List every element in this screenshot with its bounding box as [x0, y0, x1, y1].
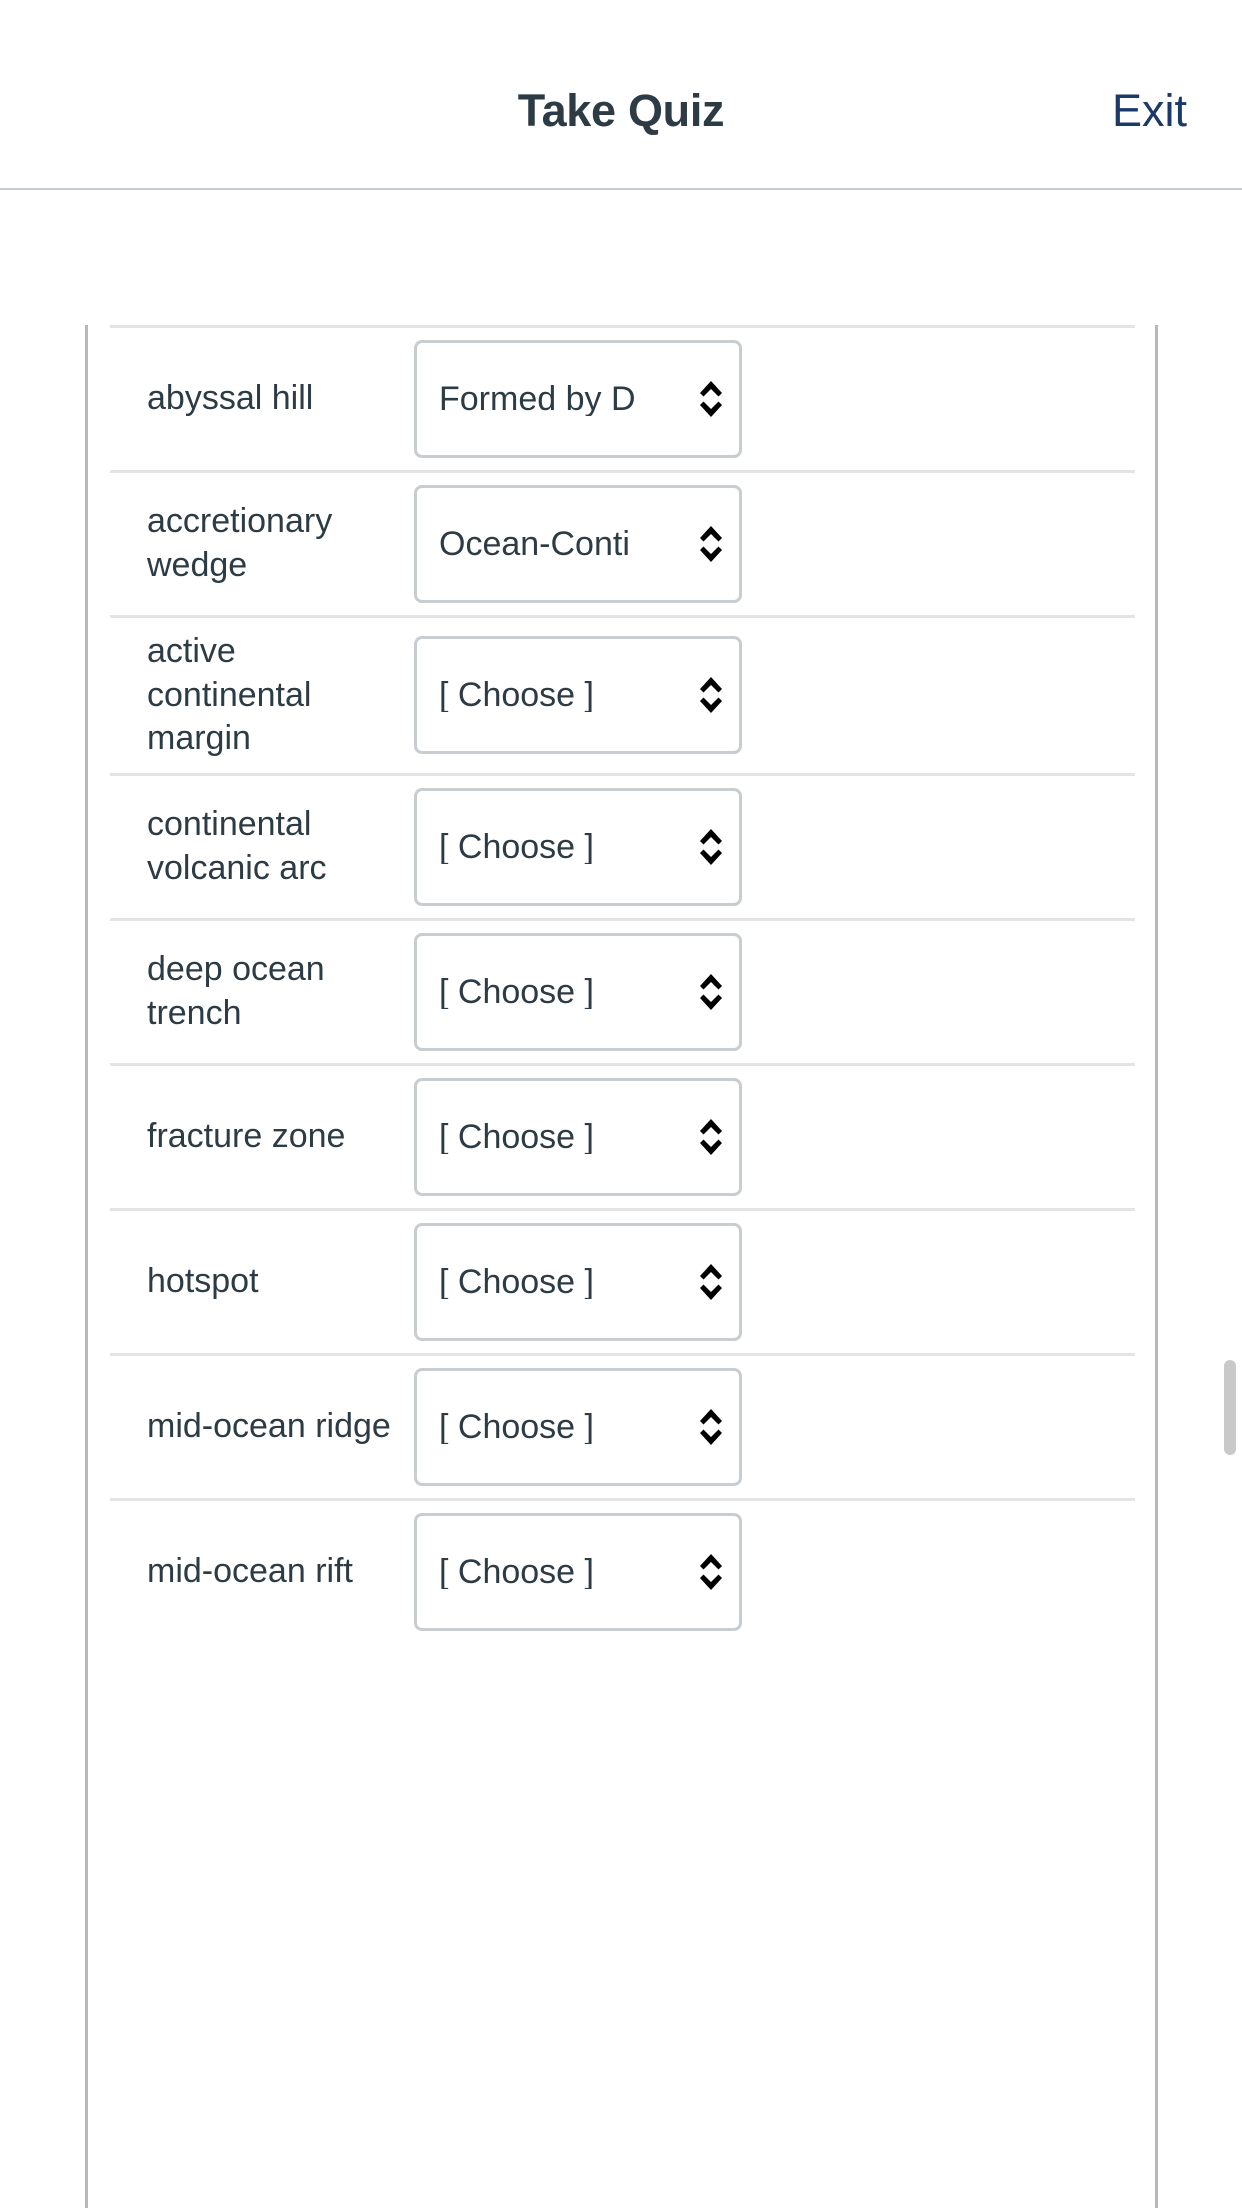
match-answer-select-value: Ocean-Conti	[439, 527, 630, 561]
chevron-up-down-icon	[683, 524, 739, 564]
match-row: active continental margin [ Choose ]	[110, 615, 1135, 773]
match-row: fracture zone [ Choose ]	[110, 1062, 1135, 1208]
match-term-label: mid-ocean ridge	[147, 1406, 391, 1445]
quiz-page: Take Quiz Exit abyssal hill Formed by D ac…	[0, 0, 1242, 2208]
match-term-label: continental volcanic arc	[147, 805, 327, 887]
match-term-label: deep ocean trench	[147, 950, 325, 1032]
chevron-up-down-icon	[683, 1117, 739, 1157]
match-row: mid-ocean rift [ Choose ]	[110, 1497, 1135, 1643]
match-answer-select-value: [ Choose ]	[439, 974, 594, 1009]
match-row: continental volcanic arc [ Choose ]	[110, 772, 1135, 918]
match-answer-select[interactable]: [ Choose ]	[414, 1077, 742, 1196]
chevron-up-down-icon	[683, 827, 739, 867]
match-answer-select-value: Formed by D	[439, 382, 636, 416]
page-scrollbar-thumb[interactable]	[1224, 1360, 1236, 1455]
match-answer-select[interactable]: [ Choose ]	[414, 636, 742, 755]
match-answer-select[interactable]: [ Choose ]	[414, 787, 742, 906]
match-answer-select[interactable]: [ Choose ]	[414, 1367, 742, 1486]
match-answer-select[interactable]: Ocean-Conti	[414, 485, 742, 603]
match-row: mid-ocean ridge [ Choose ]	[110, 1352, 1135, 1498]
match-term-label: abyssal hill	[147, 379, 314, 418]
match-answer-select-value: [ Choose ]	[439, 829, 594, 864]
match-select-wrapper: [ Choose ]	[414, 1077, 742, 1196]
match-select-wrapper: [ Choose ]	[414, 932, 742, 1051]
matching-question-list: abyssal hill Formed by D accretionary wedg…	[88, 325, 1155, 1643]
chevron-up-down-icon	[683, 675, 739, 715]
exit-button[interactable]: Exit	[1112, 88, 1187, 133]
match-answer-select-value: [ Choose ]	[439, 1264, 594, 1299]
match-answer-select[interactable]: [ Choose ]	[414, 1512, 742, 1631]
match-select-wrapper: [ Choose ]	[414, 1367, 742, 1486]
match-term-label: active continental margin	[147, 632, 312, 758]
page-scrollbar-track[interactable]	[1220, 0, 1242, 2208]
match-row: accretionary wedge Ocean-Conti	[110, 470, 1135, 615]
match-row: abyssal hill Formed by D	[110, 325, 1135, 470]
match-term-label: fracture zone	[147, 1116, 346, 1155]
match-answer-select-value: [ Choose ]	[439, 678, 594, 713]
match-select-wrapper: [ Choose ]	[414, 1222, 742, 1341]
chevron-up-down-icon	[683, 1552, 739, 1592]
match-term-label: accretionary wedge	[147, 502, 333, 584]
match-row: hotspot [ Choose ]	[110, 1207, 1135, 1353]
match-answer-select-value: [ Choose ]	[439, 1554, 594, 1589]
match-answer-select[interactable]: [ Choose ]	[414, 1222, 742, 1341]
match-answer-select[interactable]: Formed by D	[414, 340, 742, 458]
match-select-wrapper: Formed by D	[414, 340, 742, 458]
match-select-wrapper: [ Choose ]	[414, 1512, 742, 1631]
app-header: Take Quiz Exit	[0, 0, 1242, 190]
quiz-question-container: abyssal hill Formed by D accretionary wedg…	[85, 325, 1158, 2208]
chevron-up-down-icon	[683, 379, 739, 419]
chevron-up-down-icon	[683, 1407, 739, 1447]
match-row: deep ocean trench [ Choose ]	[110, 917, 1135, 1063]
match-answer-select-value: [ Choose ]	[439, 1409, 594, 1444]
match-term-label: mid-ocean rift	[147, 1551, 353, 1590]
chevron-up-down-icon	[683, 972, 739, 1012]
match-answer-select[interactable]: [ Choose ]	[414, 932, 742, 1051]
match-select-wrapper: Ocean-Conti	[414, 485, 742, 603]
match-select-wrapper: [ Choose ]	[414, 636, 742, 755]
match-select-wrapper: [ Choose ]	[414, 787, 742, 906]
page-title: Take Quiz	[517, 85, 725, 136]
chevron-up-down-icon	[683, 1262, 739, 1302]
match-answer-select-value: [ Choose ]	[439, 1119, 594, 1154]
match-term-label: hotspot	[147, 1261, 259, 1300]
